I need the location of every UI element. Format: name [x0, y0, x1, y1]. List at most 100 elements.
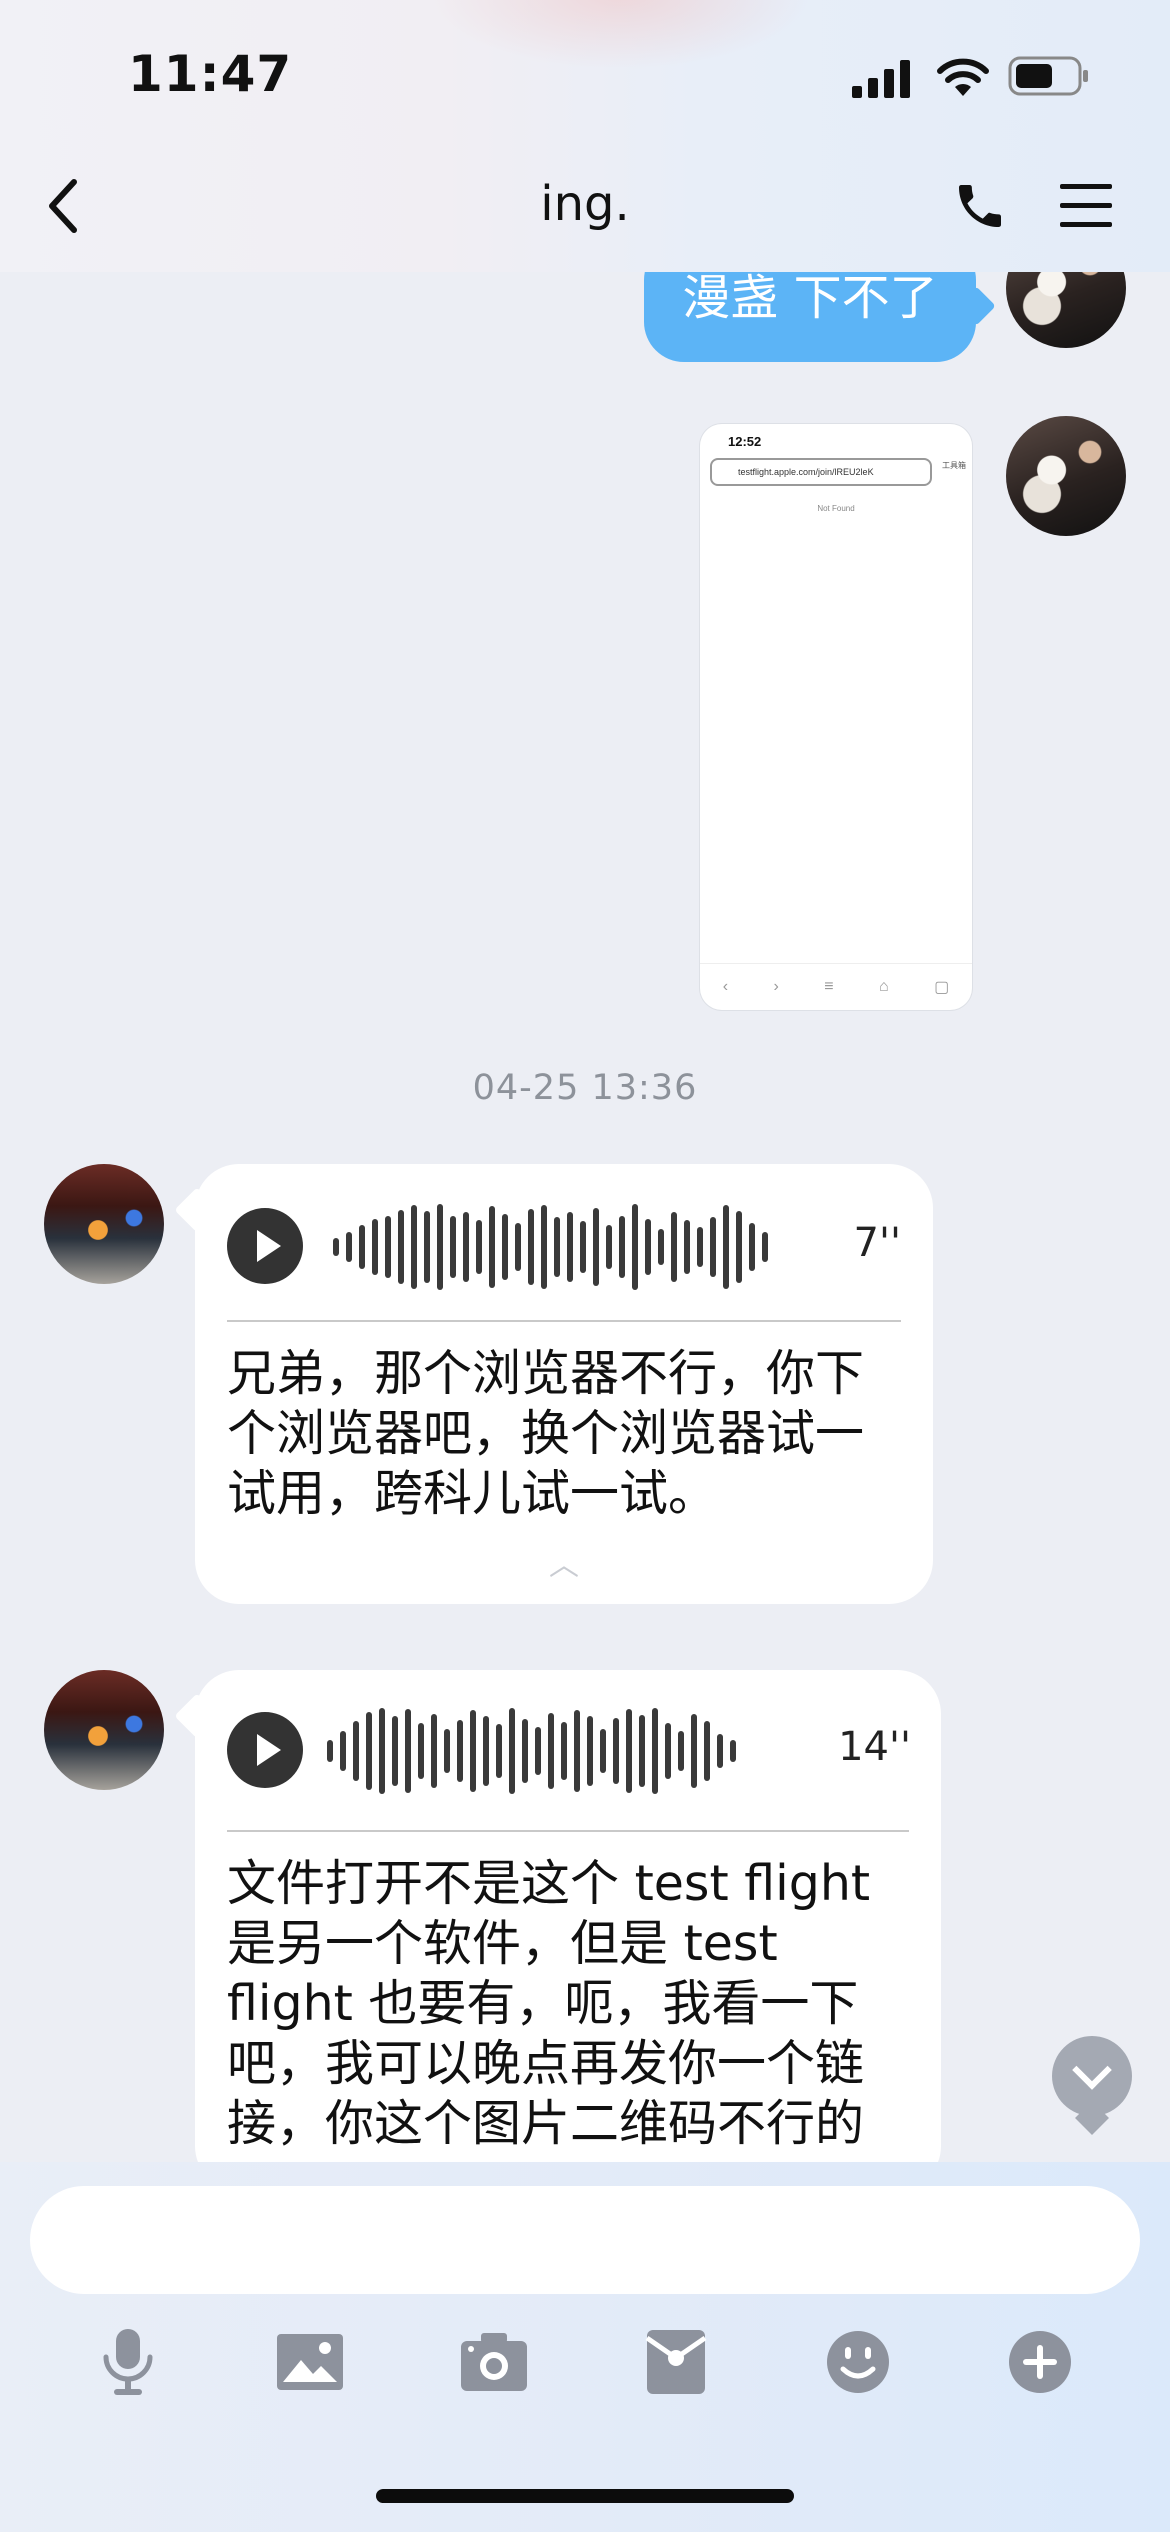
- waveform-bar: [671, 1212, 677, 1282]
- waveform-bar: [561, 1722, 567, 1780]
- phone-call-icon[interactable]: [952, 178, 1008, 234]
- waveform-bar: [587, 1716, 593, 1786]
- waveform-bar: [639, 1715, 645, 1787]
- my-avatar[interactable]: [1006, 416, 1126, 536]
- waveform-bar: [717, 1734, 723, 1768]
- waveform-bar: [509, 1708, 515, 1794]
- waveform-bar: [580, 1221, 586, 1273]
- photo-album-button[interactable]: [270, 2322, 350, 2402]
- waveform-bar: [762, 1232, 768, 1262]
- waveform-bar: [678, 1731, 684, 1771]
- waveform-bar: [457, 1720, 463, 1782]
- waveform-bar: [398, 1210, 404, 1284]
- microphone-icon: [103, 2329, 153, 2395]
- waveform-bar: [652, 1708, 658, 1794]
- sent-screenshot-image[interactable]: 12:52 testflight.apple.com/join/lREU2leK…: [700, 424, 972, 1010]
- waveform-bar: [723, 1205, 729, 1289]
- waveform-bar: [437, 1204, 443, 1290]
- screenshot-home-icon: ⌂: [879, 978, 889, 995]
- waveform-bar: [736, 1211, 742, 1283]
- voice-message-card[interactable]: 7'' 兄弟，那个浏览器不行，你下个浏览器吧，换个浏览器试一试用，跨科儿试一试。…: [195, 1164, 933, 1604]
- wifi-icon: [937, 58, 989, 96]
- plus-circle-icon: [1009, 2331, 1071, 2393]
- waveform-bar: [489, 1206, 495, 1288]
- waveform-bar: [541, 1205, 547, 1289]
- waveform-bar: [749, 1223, 755, 1271]
- waveform-bar: [691, 1714, 697, 1788]
- waveform-bar: [463, 1212, 469, 1282]
- waveform-bar: [684, 1220, 690, 1274]
- waveform-bar: [359, 1225, 365, 1269]
- more-options-button[interactable]: [1000, 2322, 1080, 2402]
- voice-transcript: 兄弟，那个浏览器不行，你下个浏览器吧，换个浏览器试一试用，跨科儿试一试。: [227, 1345, 865, 1522]
- status-time: 11:47: [128, 45, 293, 103]
- scroll-to-bottom-button[interactable]: [1052, 2036, 1132, 2116]
- waveform-bar: [405, 1709, 411, 1793]
- screenshot-back-icon: ‹: [722, 978, 729, 995]
- waveform-bar: [444, 1729, 450, 1773]
- waveform-bar: [483, 1716, 489, 1786]
- waveform-bar: [418, 1723, 424, 1779]
- waveform-bar: [600, 1729, 606, 1773]
- waveform-bar: [710, 1217, 716, 1277]
- waveform-bar: [606, 1225, 612, 1269]
- voice-waveform: [327, 1706, 736, 1796]
- image-icon: [277, 2334, 343, 2390]
- waveform-bar: [574, 1710, 580, 1792]
- waveform-bar: [522, 1719, 528, 1783]
- divider: [227, 1830, 909, 1832]
- waveform-bar: [619, 1216, 625, 1278]
- cellular-signal-icon: [852, 60, 910, 98]
- screenshot-forward-icon: ›: [773, 978, 779, 995]
- play-icon[interactable]: [227, 1208, 303, 1284]
- battery-icon: [1008, 56, 1088, 96]
- waveform-bar: [333, 1238, 339, 1256]
- voice-input-button[interactable]: [88, 2322, 168, 2402]
- play-icon[interactable]: [227, 1712, 303, 1788]
- waveform-bar: [353, 1721, 359, 1781]
- waveform-bar: [346, 1232, 352, 1262]
- waveform-bar: [704, 1721, 710, 1781]
- waveform-bar: [470, 1710, 476, 1792]
- divider: [227, 1320, 901, 1322]
- waveform-bar: [379, 1708, 385, 1794]
- voice-message-card[interactable]: 14'' 文件打开不是这个 test flight 是另一个软件，但是 test…: [195, 1670, 941, 2190]
- waveform-bar: [626, 1709, 632, 1793]
- voice-transcript: 文件打开不是这个 test flight 是另一个软件，但是 test flig…: [227, 1855, 871, 2152]
- waveform-bar: [450, 1216, 456, 1278]
- menu-icon[interactable]: [1058, 182, 1114, 230]
- waveform-bar: [392, 1716, 398, 1786]
- emoji-button[interactable]: [818, 2322, 898, 2402]
- waveform-bar: [697, 1227, 703, 1267]
- waveform-bar: [340, 1731, 346, 1771]
- voice-duration: 14'': [838, 1724, 911, 1770]
- home-indicator: [376, 2489, 794, 2503]
- camera-button[interactable]: [454, 2322, 534, 2402]
- waveform-bar: [593, 1208, 599, 1286]
- waveform-bar: [431, 1714, 437, 1788]
- collapse-chevron-icon[interactable]: ︿: [195, 1540, 933, 1584]
- waveform-bar: [327, 1740, 333, 1762]
- friend-avatar[interactable]: [44, 1164, 164, 1284]
- waveform-bar: [554, 1217, 560, 1277]
- waveform-bar: [424, 1211, 430, 1283]
- top-bar: 11:47 ing.: [0, 0, 1170, 272]
- screenshot-time: 12:52: [728, 434, 762, 449]
- screenshot-menu-icon: ≡: [824, 978, 834, 995]
- screenshot-not-found-text: Not Found: [817, 504, 855, 513]
- red-packet-icon: [645, 2330, 707, 2394]
- voice-waveform: [333, 1202, 768, 1292]
- message-composer: [0, 2162, 1170, 2532]
- waveform-bar: [385, 1216, 391, 1278]
- camera-icon: [461, 2333, 527, 2391]
- waveform-bar: [658, 1229, 664, 1265]
- waveform-bar: [730, 1740, 736, 1762]
- screenshot-url-bar: testflight.apple.com/join/lREU2leK: [710, 458, 932, 486]
- waveform-bar: [476, 1220, 482, 1274]
- red-packet-button[interactable]: [636, 2322, 716, 2402]
- waveform-bar: [528, 1209, 534, 1285]
- waveform-bar: [535, 1727, 541, 1775]
- message-input[interactable]: [30, 2186, 1140, 2294]
- waveform-bar: [372, 1219, 378, 1275]
- friend-avatar[interactable]: [44, 1670, 164, 1790]
